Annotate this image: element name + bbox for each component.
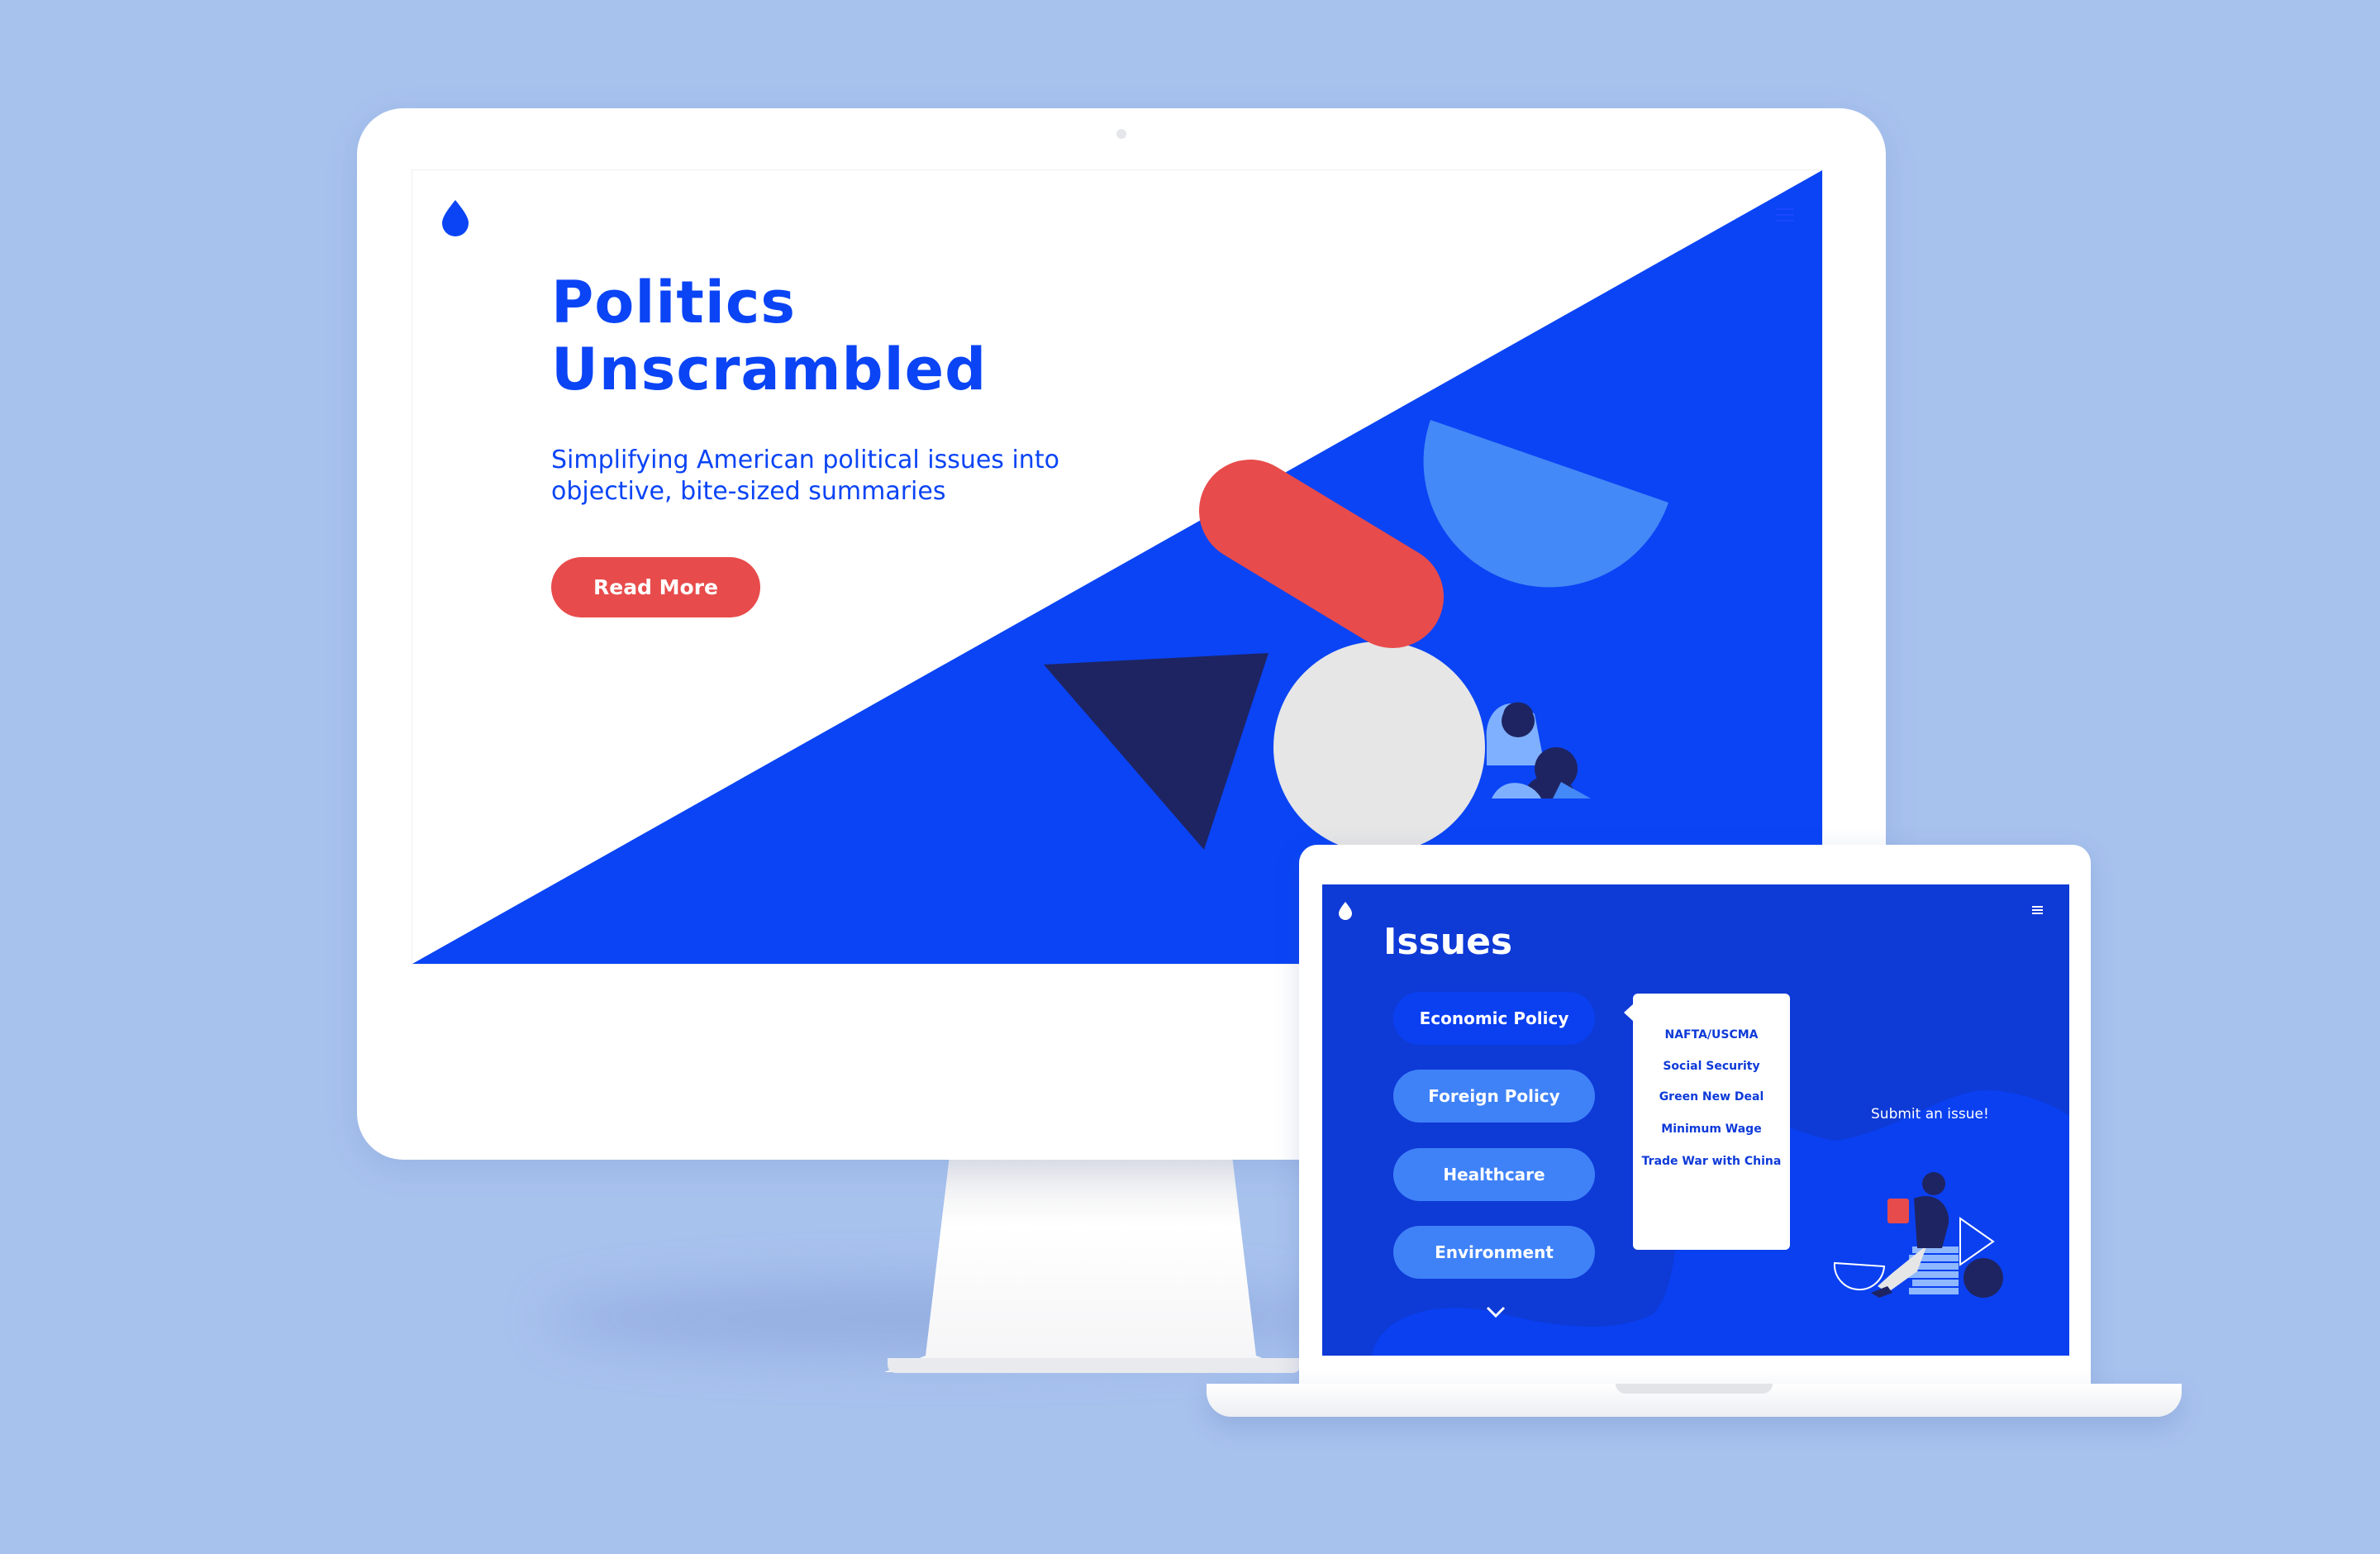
drop-logo-icon[interactable] xyxy=(442,200,469,236)
dropdown-item-minimum-wage[interactable]: Minimum Wage xyxy=(1633,1123,1790,1136)
issues-title: Issues xyxy=(1383,921,1513,963)
hamburger-menu-icon[interactable] xyxy=(1776,208,1794,222)
imac-stand xyxy=(884,1149,1297,1372)
chevron-down-icon[interactable] xyxy=(1484,1304,1507,1319)
dropdown-item-social-security[interactable]: Social Security xyxy=(1633,1060,1790,1073)
imac-stand-base xyxy=(888,1358,1301,1373)
drop-logo-icon[interactable] xyxy=(1339,901,1352,921)
category-foreign-policy-button[interactable]: Foreign Policy xyxy=(1393,1070,1595,1123)
hero-subtitle: Simplifying American political issues in… xyxy=(551,446,1059,506)
hero-title: Politics Unscrambled xyxy=(551,269,988,403)
laptop-notch xyxy=(1616,1384,1773,1394)
category-economic-policy-button[interactable]: Economic Policy xyxy=(1393,992,1595,1045)
dropdown-item-nafta[interactable]: NAFTA/USCMA xyxy=(1633,1028,1790,1042)
camera-dot xyxy=(1116,129,1126,139)
laptop-screen: Issues Economic Policy Foreign Policy He… xyxy=(1322,884,2069,1356)
read-more-button[interactable]: Read More xyxy=(551,557,760,617)
submit-issue-link[interactable]: Submit an issue! xyxy=(1871,1106,1989,1123)
dropdown-item-trade-war[interactable]: Trade War with China xyxy=(1633,1155,1790,1168)
dropdown-item-green-new-deal[interactable]: Green New Deal xyxy=(1633,1090,1790,1104)
category-environment-button[interactable]: Environment xyxy=(1393,1226,1595,1279)
hamburger-menu-icon[interactable] xyxy=(2032,906,2043,914)
category-healthcare-button[interactable]: Healthcare xyxy=(1393,1148,1595,1201)
issue-dropdown-menu: NAFTA/USCMA Social Security Green New De… xyxy=(1624,994,1790,1250)
circle-shape xyxy=(1273,641,1485,853)
laptop-frame: Issues Economic Policy Foreign Policy He… xyxy=(1299,845,2091,1385)
dropdown-pointer xyxy=(1624,1003,1634,1022)
laptop-base xyxy=(1207,1384,2182,1417)
